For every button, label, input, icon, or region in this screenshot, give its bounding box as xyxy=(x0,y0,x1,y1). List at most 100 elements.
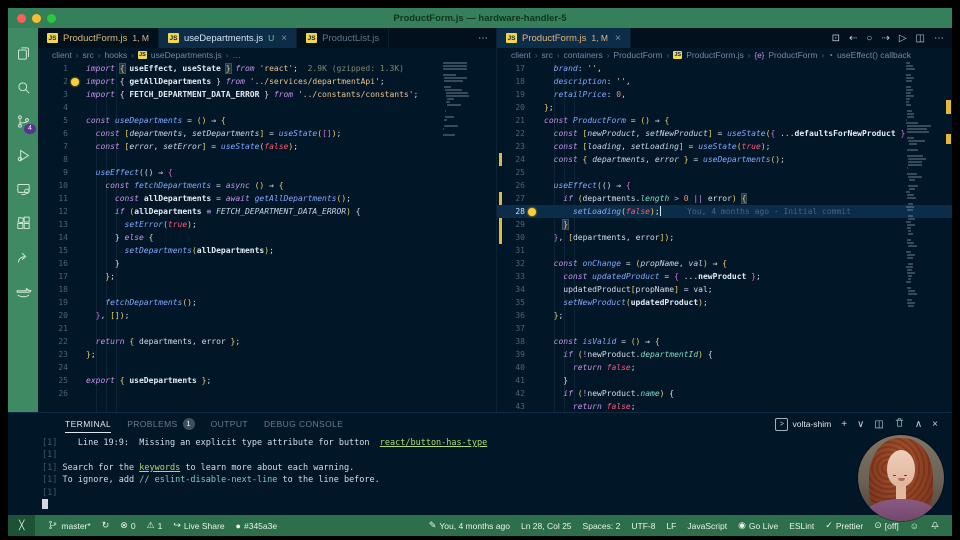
scm-badge: 4 xyxy=(24,124,36,134)
breadcrumb-item[interactable]: client xyxy=(511,50,531,60)
kill-terminal-icon[interactable] xyxy=(894,417,905,431)
new-terminal-icon[interactable]: + xyxy=(841,419,847,430)
code-line-21: 21 const ProductForm = () ⇒ { xyxy=(497,114,952,127)
notifications-bell[interactable] xyxy=(930,520,940,532)
go-live-label: Go Live xyxy=(748,520,779,531)
encoding[interactable]: UTF-8 xyxy=(631,521,655,531)
tab-ProductList.js[interactable]: JS ProductList.js xyxy=(297,28,390,48)
code-line-6: 6 const [departments, setDepartments] = … xyxy=(38,127,496,140)
terminal-line: [1] xyxy=(42,487,58,498)
eslint[interactable]: ESLint xyxy=(789,521,814,531)
line-number: 27 xyxy=(515,194,525,203)
code-line-31: 31 xyxy=(497,244,952,257)
remote-indicator[interactable]: ╳ xyxy=(8,515,36,536)
panel-tab-terminal[interactable]: TERMINAL xyxy=(65,416,112,433)
compare-changes-icon[interactable]: ⊡ xyxy=(832,33,840,44)
docker-icon[interactable] xyxy=(8,274,38,308)
breadcrumb-separator: › xyxy=(747,50,751,60)
code-line-43: 43 return false; xyxy=(497,400,952,412)
close-tab-icon[interactable]: × xyxy=(615,33,621,44)
minimap-left[interactable] xyxy=(443,62,469,140)
breadcrumb-item[interactable]: src xyxy=(83,50,94,60)
git-branch[interactable]: master* xyxy=(48,520,91,532)
explorer-icon[interactable] xyxy=(8,36,38,70)
code-text: brand: '', xyxy=(553,64,602,73)
breadcrumb-item[interactable]: useDepartments.js xyxy=(151,50,222,60)
code-editor-useDepartments[interactable]: 1 import { useEffect, useState } from 're… xyxy=(38,62,496,412)
shell-indicator[interactable]: > volta-shim xyxy=(775,417,832,431)
terminal-panel: TERMINAL PROBLEMS 1 OUTPUT DEBUG CONSOLE > v… xyxy=(8,412,952,515)
extensions-icon[interactable] xyxy=(8,206,38,240)
eol[interactable]: LF xyxy=(666,521,676,531)
maximize-panel-icon[interactable]: ∧ xyxy=(915,419,922,430)
run-file-icon[interactable]: ▷ xyxy=(899,33,907,44)
close-panel-icon[interactable]: × xyxy=(932,419,938,430)
errors-count[interactable]: ⊗ 0 xyxy=(120,520,135,531)
highlight-toggle[interactable]: ⊙ [off] xyxy=(874,520,899,531)
breadcrumb-left[interactable]: client › src › hooks › JS useDepartments.js ›… xyxy=(38,48,496,62)
shell-name: volta-shim xyxy=(792,419,832,429)
line-number: 18 xyxy=(58,285,68,294)
indentation[interactable]: Spaces: 2 xyxy=(583,521,621,531)
cursor-position[interactable]: Ln 28, Col 25 xyxy=(521,521,572,531)
breadcrumb-item[interactable]: useEffect() callback xyxy=(837,50,911,60)
panel-tab-output[interactable]: OUTPUT xyxy=(211,416,248,432)
line-number: 40 xyxy=(515,363,525,372)
breadcrumb-item[interactable]: containers xyxy=(564,50,603,60)
blame-annotation[interactable]: ✎ You, 4 months ago xyxy=(429,520,510,531)
breadcrumb-item[interactable]: … xyxy=(232,50,241,60)
panel-tab-debug-console[interactable]: DEBUG CONSOLE xyxy=(264,416,343,432)
tab-ProductForm.js[interactable]: JS ProductForm.js 1, M × xyxy=(497,28,631,48)
previous-change-icon[interactable]: ⇠ xyxy=(849,33,857,44)
terminal-picker-icon[interactable]: ∨ xyxy=(857,419,864,430)
eslint-rule-link[interactable]: keywords xyxy=(139,463,180,473)
code-editor-ProductForm[interactable]: 17 brand: '', 18 description: '', 19 retai… xyxy=(497,62,952,412)
feedback[interactable]: ☺ xyxy=(910,521,919,531)
live-share[interactable]: ↪ Live Share xyxy=(173,520,224,531)
split-editor-icon[interactable]: ◫ xyxy=(916,33,925,44)
line-number: 25 xyxy=(58,376,68,385)
search-icon[interactable] xyxy=(8,70,38,104)
lightbulb-icon[interactable] xyxy=(71,77,79,86)
close-tab-icon[interactable]: × xyxy=(281,33,287,44)
tab-useDepartments.js[interactable]: JS useDepartments.js U × xyxy=(158,28,298,48)
warnings-count[interactable]: ⚠ 1 xyxy=(147,520,163,531)
breadcrumb-item[interactable]: client xyxy=(52,50,72,60)
peacock-color[interactable]: ● #345a3e xyxy=(236,521,278,531)
prettier[interactable]: ✓ Prettier xyxy=(825,520,863,531)
minimap-right[interactable] xyxy=(906,62,941,311)
lightbulb-icon[interactable] xyxy=(528,207,536,216)
overview-ruler xyxy=(946,62,951,412)
next-change-icon[interactable]: ⇢ xyxy=(881,33,889,44)
more-actions-icon[interactable]: ⋯ xyxy=(934,33,944,44)
panel-tab-problems[interactable]: PROBLEMS 1 xyxy=(127,415,195,433)
run-debug-icon[interactable] xyxy=(8,138,38,172)
go-live-icon: ◉ xyxy=(738,520,746,530)
terminal-output[interactable]: [1] Line 19:9: Missing an explicit type … xyxy=(42,437,952,515)
current-change-icon[interactable]: ○ xyxy=(866,33,872,44)
breadcrumb-right[interactable]: client › src › containers › ProductForm › JS Prod… xyxy=(497,48,952,62)
source-control-icon[interactable]: 4 xyxy=(8,104,38,138)
panel-header: TERMINAL PROBLEMS 1 OUTPUT DEBUG CONSOLE > v… xyxy=(8,413,952,435)
live-share-icon[interactable] xyxy=(8,240,38,274)
breadcrumb-item[interactable]: ProductForm.js xyxy=(686,50,744,60)
eslint-rule-link[interactable]: react/button-has-type xyxy=(380,438,487,448)
breadcrumb-item[interactable]: ProductForm xyxy=(768,50,817,60)
go-live[interactable]: ◉ Go Live xyxy=(738,520,778,531)
code-line-25: 25 export { useDepartments }; xyxy=(38,374,496,387)
code-text: const [departments, setDepartments] = us… xyxy=(95,129,342,138)
errors-count-icon: ⊗ xyxy=(120,520,128,530)
split-terminal-icon[interactable]: ◫ xyxy=(874,419,883,430)
webcam-person-face xyxy=(887,449,915,488)
breadcrumb-item[interactable]: src xyxy=(542,50,553,60)
breadcrumb-item[interactable]: hooks xyxy=(105,50,128,60)
more-actions-icon[interactable]: ⋯ xyxy=(478,33,488,44)
remote-explorer-icon[interactable] xyxy=(8,172,38,206)
sync-icon[interactable]: ↻ xyxy=(102,520,110,531)
terminal-actions[interactable]: > volta-shim + ∨ ◫ ∧ × xyxy=(775,417,952,431)
language-mode[interactable]: JavaScript xyxy=(687,521,727,531)
tab-ProductForm.js[interactable]: JS ProductForm.js 1, M xyxy=(38,28,159,48)
panel-tabs[interactable]: TERMINAL PROBLEMS 1 OUTPUT DEBUG CONSOLE xyxy=(65,415,343,433)
terminal-line: [1] Search for the keywords to learn mor… xyxy=(42,462,355,473)
breadcrumb-item[interactable]: ProductForm xyxy=(613,50,662,60)
